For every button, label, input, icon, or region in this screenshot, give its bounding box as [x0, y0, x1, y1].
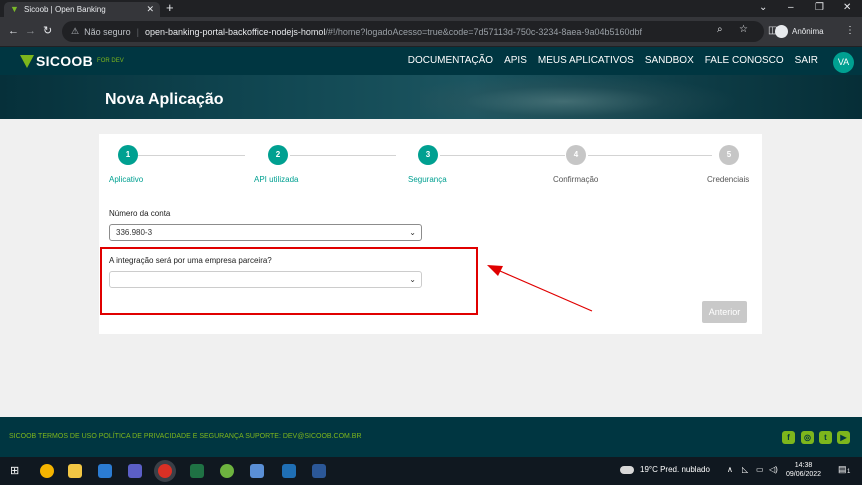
footer-links[interactable]: SICOOB TERMOS DE USO POLÍTICA DE PRIVACI… — [9, 433, 362, 440]
windows-start-icon[interactable]: ⊞ — [10, 464, 24, 478]
windows-taskbar: ⊞ 19°C Pred. nublado ∧ ◺ ▭ ◁) 14:38 09/0… — [0, 457, 862, 485]
step-connector — [440, 155, 565, 156]
logo-tag: FOR DEV — [97, 58, 124, 64]
logo-mark-icon — [20, 54, 34, 68]
browser-tab[interactable]: ▼ Sicoob | Open Banking ✕ — [4, 2, 160, 17]
facebook-icon[interactable]: f — [782, 431, 795, 444]
forward-arrow-icon[interactable]: → — [25, 23, 36, 39]
chevron-down-icon: ⌄ — [409, 228, 416, 237]
zoom-icon[interactable]: ⌕ — [717, 24, 723, 35]
incognito-icon — [775, 25, 788, 38]
maximize-button[interactable]: ❐ — [815, 1, 824, 15]
incognito-profile[interactable]: Anônima — [775, 25, 824, 38]
account-number-select[interactable]: 336.980-3 ⌄ — [109, 224, 422, 241]
step-2-circle[interactable]: 2 — [268, 145, 288, 165]
system-clock[interactable]: 14:38 09/06/2022 — [786, 461, 821, 479]
address-bar[interactable]: ⚠ Não seguro | open-banking-portal-backo… — [62, 21, 764, 42]
step-4-circle: 4 — [566, 145, 586, 165]
tray-chevron-icon[interactable]: ∧ — [727, 465, 733, 474]
word-icon[interactable] — [312, 464, 326, 478]
back-arrow-icon[interactable]: ← — [8, 23, 19, 39]
outlook-icon[interactable] — [282, 464, 296, 478]
clock-date: 09/06/2022 — [786, 471, 822, 478]
site-footer: SICOOB TERMOS DE USO POLÍTICA DE PRIVACI… — [0, 417, 862, 457]
step-connector — [588, 155, 712, 156]
step-5-label: Credenciais — [707, 175, 750, 184]
teams-icon[interactable] — [128, 464, 142, 478]
more-menu-icon[interactable]: ⋮ — [845, 24, 855, 38]
step-1-label: Aplicativo — [109, 175, 144, 184]
notepad-icon[interactable] — [250, 464, 264, 478]
main-menu: DOCUMENTAÇÃO APIS MEUS APLICATIVOS SANDB… — [408, 55, 818, 66]
account-number-label: Número da conta — [109, 209, 171, 218]
hero-photo — [420, 75, 740, 119]
tab-title: Sicoob | Open Banking — [24, 5, 106, 14]
vscode-icon[interactable] — [98, 464, 112, 478]
menu-apis[interactable]: APIS — [504, 55, 527, 66]
step-connector — [138, 155, 245, 156]
battery-icon[interactable]: ▭ — [756, 465, 764, 474]
previous-button[interactable]: Anterior — [702, 301, 747, 323]
site-header: SICOOB FOR DEV DOCUMENTAÇÃO APIS MEUS AP… — [0, 47, 862, 75]
sicoob-logo[interactable]: SICOOB FOR DEV — [20, 53, 124, 69]
url-host: open-banking-portal-backoffice-nodejs-ho… — [144, 26, 326, 37]
volume-icon[interactable]: ◁) — [769, 465, 778, 474]
network-icon[interactable]: ◺ — [742, 465, 748, 474]
step-1-circle[interactable]: 1 — [118, 145, 138, 165]
account-number-value: 336.980-3 — [116, 228, 153, 237]
excel-icon[interactable] — [190, 464, 204, 478]
cloud-icon — [620, 465, 634, 474]
menu-sandbox[interactable]: SANDBOX — [645, 55, 694, 66]
step-2-label: API utilizada — [254, 175, 299, 184]
profile-label: Anônima — [792, 27, 824, 36]
page-title: Nova Aplicação — [105, 91, 224, 108]
reload-icon[interactable]: ↻ — [43, 23, 52, 39]
weather-text: 19°C Pred. nublado — [640, 465, 710, 474]
chrome-icon[interactable] — [40, 464, 54, 478]
highlight-box — [100, 247, 478, 315]
hero-banner: Nova Aplicação — [0, 75, 862, 119]
bookmark-star-icon[interactable]: ☆ — [739, 24, 748, 35]
twitter-icon[interactable]: t — [819, 431, 832, 444]
sicoob-favicon-icon: ▼ — [10, 4, 19, 14]
weather-widget[interactable]: 19°C Pred. nublado — [620, 465, 710, 474]
step-3-label: Segurança — [408, 175, 447, 184]
user-avatar[interactable]: VA — [833, 52, 854, 73]
menu-fale-conosco[interactable]: FALE CONOSCO — [705, 55, 784, 66]
menu-documentacao[interactable]: DOCUMENTAÇÃO — [408, 55, 493, 66]
menu-sair[interactable]: SAIR — [795, 55, 818, 66]
security-label: Não seguro — [84, 26, 131, 37]
warning-icon: ⚠ — [71, 26, 80, 36]
tab-search-icon[interactable]: ⌄ — [759, 1, 767, 15]
file-explorer-icon[interactable] — [68, 464, 82, 478]
browser-tab-bar: ▼ Sicoob | Open Banking ✕ + ⌄ – ❐ ✕ — [0, 0, 862, 17]
step-connector — [290, 155, 396, 156]
instagram-icon[interactable]: ◎ — [801, 431, 814, 444]
step-4-label: Confirmação — [553, 175, 599, 184]
clock-time: 14:38 — [794, 462, 813, 469]
url-path: /#!/home?logadoAcesso=true&code=7d57113d… — [325, 26, 642, 37]
spring-icon[interactable] — [220, 464, 234, 478]
menu-meus-aplicativos[interactable]: MEUS APLICATIVOS — [538, 55, 634, 66]
step-3-circle[interactable]: 3 — [418, 145, 438, 165]
notification-count: 1 — [847, 469, 851, 475]
minimize-button[interactable]: – — [788, 1, 794, 15]
browser-toolbar: ← → ↻ ⚠ Não seguro | open-banking-portal… — [0, 17, 862, 47]
new-tab-button[interactable]: + — [166, 1, 174, 15]
chrome-active-icon[interactable] — [158, 464, 172, 478]
step-5-circle: 5 — [719, 145, 739, 165]
youtube-icon[interactable]: ▶ — [837, 431, 850, 444]
url-separator: | — [136, 26, 139, 37]
tab-close-icon[interactable]: ✕ — [146, 4, 154, 15]
notification-icon[interactable]: ▤ — [838, 464, 847, 475]
close-window-button[interactable]: ✕ — [843, 1, 851, 15]
logo-text: SICOOB — [36, 53, 94, 69]
